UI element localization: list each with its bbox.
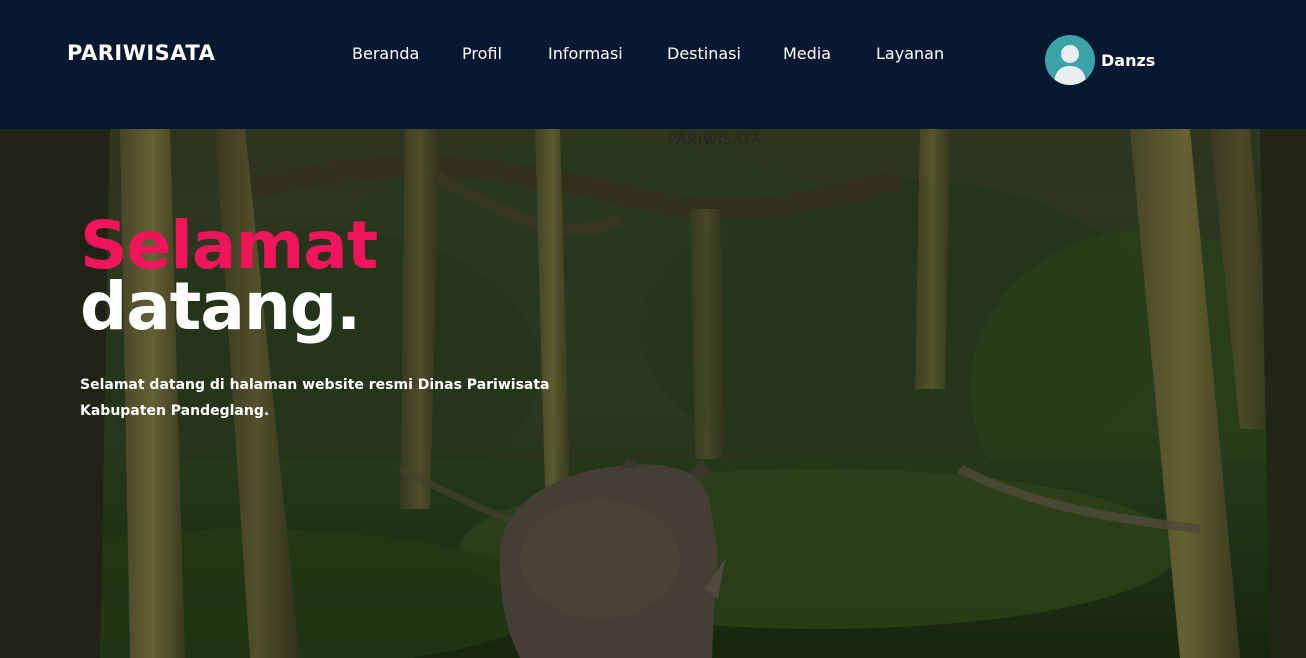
nav-beranda[interactable]: Beranda (352, 44, 419, 63)
nav-layanan[interactable]: Layanan (876, 44, 944, 63)
hero-title-line2: datang. (80, 268, 361, 345)
hero-description: Selamat datang di halaman website resmi … (80, 377, 550, 419)
nav-informasi[interactable]: Informasi (548, 44, 623, 63)
nav-media[interactable]: Media (783, 44, 831, 63)
hero-title-line1: Selamat (80, 207, 378, 284)
user-avatar-icon[interactable] (1045, 35, 1095, 85)
user-name[interactable]: Danzs (1101, 51, 1155, 70)
hero-section: PARIWISATA Selamat datang. Selamat datan… (0, 129, 1306, 658)
hero-title: Selamat datang. (80, 207, 378, 345)
user-menu[interactable]: Danzs (1045, 34, 1155, 86)
navbar: PARIWISATA Beranda Profil Informasi Dest… (0, 0, 1306, 129)
hero-watermark: PARIWISATA (668, 132, 762, 148)
nav-destinasi[interactable]: Destinasi (667, 44, 741, 63)
nav-profil[interactable]: Profil (462, 44, 502, 63)
